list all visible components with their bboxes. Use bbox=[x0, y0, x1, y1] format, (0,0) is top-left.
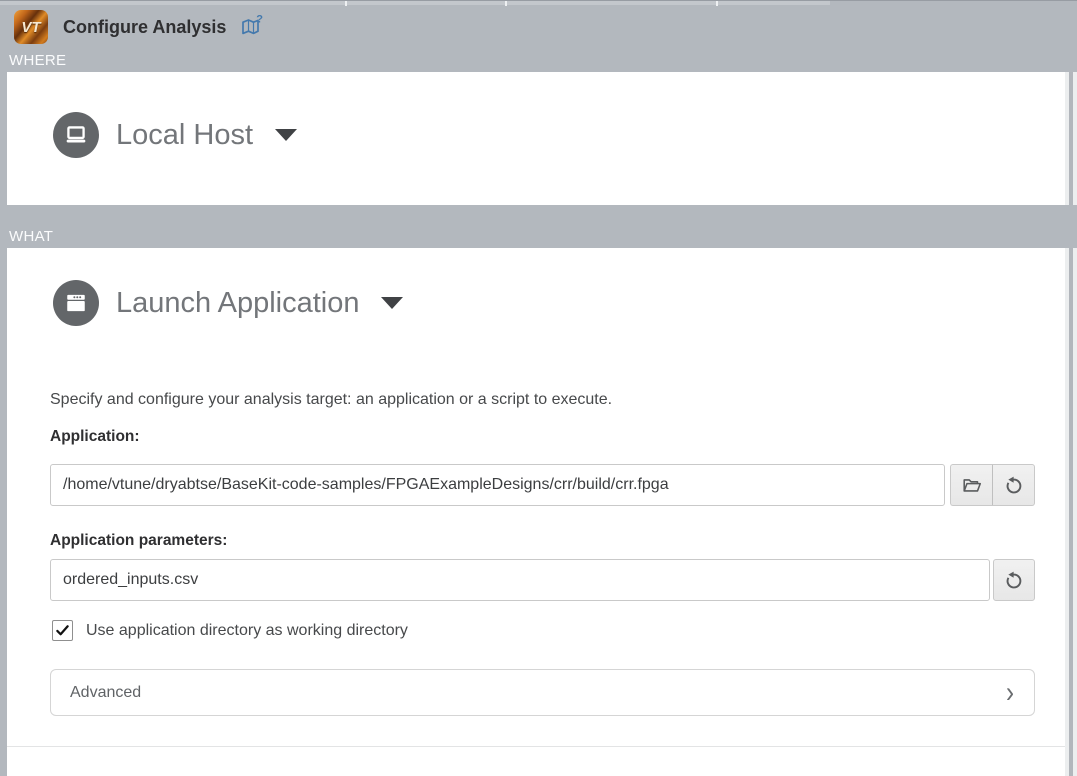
header-bar: VT Configure Analysis ? WHERE bbox=[0, 0, 1077, 72]
host-selector[interactable]: Local Host bbox=[53, 112, 297, 158]
parameters-history-button[interactable] bbox=[993, 559, 1035, 601]
parameters-label: Application parameters: bbox=[50, 532, 227, 550]
right-gutter-line bbox=[1069, 72, 1073, 776]
application-parameters-input[interactable] bbox=[50, 559, 990, 601]
application-history-button[interactable] bbox=[993, 464, 1035, 506]
app-window-icon bbox=[53, 280, 99, 326]
svg-text:?: ? bbox=[257, 14, 264, 26]
history-icon bbox=[1003, 474, 1025, 496]
caret-down-icon bbox=[275, 129, 297, 141]
page-title: Configure Analysis bbox=[63, 17, 226, 38]
chevron-right-icon: › bbox=[1006, 678, 1014, 708]
browse-button[interactable] bbox=[950, 464, 993, 506]
vtune-logo-text: VT bbox=[21, 19, 40, 36]
what-section-bar: WHAT bbox=[0, 205, 1077, 248]
right-gutter bbox=[1065, 72, 1077, 776]
advanced-expander[interactable]: Advanced › bbox=[50, 669, 1035, 716]
caret-down-icon bbox=[381, 297, 403, 309]
where-section-label: WHERE bbox=[9, 52, 66, 69]
open-folder-icon bbox=[961, 474, 983, 496]
application-label: Application: bbox=[50, 428, 140, 446]
what-section-label: WHAT bbox=[9, 228, 53, 245]
check-icon bbox=[55, 623, 70, 638]
working-dir-checkbox[interactable] bbox=[52, 620, 73, 641]
advanced-label: Advanced bbox=[70, 684, 141, 702]
where-card: Local Host bbox=[7, 72, 1065, 205]
target-description: Specify and configure your analysis targ… bbox=[50, 391, 612, 409]
application-path-input[interactable] bbox=[50, 464, 945, 506]
title-row: VT Configure Analysis ? bbox=[0, 5, 1077, 49]
target-type-label: Launch Application bbox=[116, 287, 359, 320]
computer-icon bbox=[53, 112, 99, 158]
left-gutter bbox=[0, 72, 7, 776]
host-selector-label: Local Host bbox=[116, 119, 253, 152]
vtune-logo-icon: VT bbox=[14, 10, 48, 44]
help-map-icon[interactable]: ? bbox=[240, 14, 266, 40]
what-card: Launch Application Specify and configure… bbox=[7, 248, 1065, 747]
history-icon bbox=[1003, 569, 1025, 591]
working-dir-row: Use application directory as working dir… bbox=[52, 620, 408, 641]
configure-analysis-pane: VT Configure Analysis ? WHERE bbox=[0, 0, 1077, 776]
target-type-selector[interactable]: Launch Application bbox=[53, 280, 403, 326]
working-dir-label: Use application directory as working dir… bbox=[86, 622, 408, 640]
